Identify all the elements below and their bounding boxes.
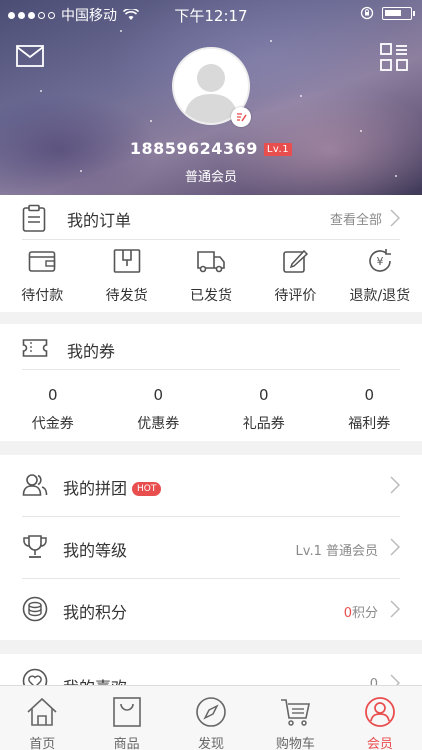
coupon-discount[interactable]: 0 优惠券 xyxy=(106,386,212,433)
hot-badge: HOT xyxy=(132,482,162,496)
tab-discover[interactable]: 发现 xyxy=(169,686,253,750)
bottom-tab-bar: 首页 商品 发现 购物车 会员 xyxy=(0,685,422,750)
member-type: 普通会员 xyxy=(184,170,237,185)
order-shipped-label: 已发货 xyxy=(190,288,233,304)
coupon-gift-label: 礼品券 xyxy=(242,416,285,432)
order-pending-review[interactable]: 待评价 xyxy=(253,245,337,305)
level-badge: Lv.1 xyxy=(263,143,293,156)
message-icon[interactable] xyxy=(16,45,44,67)
coupon-gift-count: 0 xyxy=(258,386,269,404)
coupon-voucher-count: 0 xyxy=(47,386,58,404)
chevron-right-icon xyxy=(390,476,400,494)
order-shipped[interactable]: 已发货 xyxy=(169,245,253,305)
edit-icon xyxy=(283,249,309,273)
order-list-icon xyxy=(22,204,46,232)
menu-item-group-buy[interactable]: 我的拼团 HOT xyxy=(0,455,422,516)
coupon-voucher-label: 代金券 xyxy=(31,416,74,432)
group-buy-title: 我的拼团 HOT xyxy=(63,475,162,499)
coupon-welfare[interactable]: 0 福利券 xyxy=(317,386,422,433)
order-refund[interactable]: ¥ 退款/退货 xyxy=(338,245,422,305)
menu-item-points[interactable]: 我的积分 0积分 xyxy=(0,579,422,640)
cart-icon xyxy=(281,699,311,726)
tab-member-label: 会员 xyxy=(366,737,393,750)
status-time: 下午12:17 xyxy=(174,7,248,25)
truck-icon xyxy=(197,251,225,273)
order-pending-shipment-label: 待发货 xyxy=(105,288,148,304)
order-refund-label: 退款/退货 xyxy=(349,288,411,304)
level-title: 我的等级 xyxy=(63,541,128,560)
box-icon xyxy=(113,249,140,273)
trophy-icon xyxy=(23,535,47,558)
order-pending-payment-label: 待付款 xyxy=(21,288,64,304)
group-users-icon xyxy=(22,474,48,496)
bag-icon xyxy=(112,697,141,727)
coupon-discount-label: 优惠券 xyxy=(137,416,180,432)
profile-header: 中国移动 下午12:17 18859624369 Lv.1 普通会员 xyxy=(0,0,422,195)
tab-home-label: 首页 xyxy=(29,737,56,750)
points-title: 我的积分 xyxy=(63,603,128,622)
coupon-voucher[interactable]: 0 代金券 xyxy=(0,386,106,433)
wallet-icon xyxy=(28,251,56,272)
chevron-right-icon xyxy=(390,538,400,556)
level-value: Lv.1 普通会员 xyxy=(295,544,378,559)
coupon-discount-count: 0 xyxy=(153,386,164,404)
edit-profile-button[interactable] xyxy=(231,107,251,127)
order-pending-payment[interactable]: 待付款 xyxy=(0,245,84,305)
view-all-orders-link[interactable]: 查看全部 xyxy=(330,207,400,229)
points-unit: 积分 xyxy=(351,606,378,621)
tab-discover-label: 发现 xyxy=(198,737,225,750)
tab-products-label: 商品 xyxy=(113,737,140,750)
tab-products[interactable]: 商品 xyxy=(84,686,168,750)
order-pending-shipment[interactable]: 待发货 xyxy=(84,245,168,305)
coupon-welfare-label: 福利券 xyxy=(348,416,391,432)
pencil-icon xyxy=(237,113,247,122)
svg-text:¥: ¥ xyxy=(376,255,383,268)
view-all-label: 查看全部 xyxy=(329,212,382,228)
points-value: 0 xyxy=(343,606,352,621)
battery-icon xyxy=(382,6,415,20)
coupon-gift[interactable]: 0 礼品券 xyxy=(211,386,317,433)
phone-number: 18859624369 xyxy=(129,139,258,158)
divider xyxy=(22,239,400,240)
tab-member[interactable]: 会员 xyxy=(338,686,422,750)
user-icon xyxy=(364,697,395,727)
chevron-right-icon xyxy=(390,600,400,618)
group-buy-label: 我的拼团 xyxy=(63,479,128,498)
qrcode-icon[interactable] xyxy=(380,43,408,71)
menu-item-level[interactable]: 我的等级 Lv.1 普通会员 xyxy=(0,517,422,578)
orders-title: 我的订单 xyxy=(67,211,132,230)
points-value-group: 0积分 xyxy=(344,602,378,621)
coupons-title: 我的券 xyxy=(67,342,116,361)
refund-icon: ¥ xyxy=(369,249,391,272)
rotation-lock-icon xyxy=(360,6,374,20)
chevron-right-icon xyxy=(390,209,400,227)
tab-cart[interactable]: 购物车 xyxy=(253,686,337,750)
user-phone: 18859624369 Lv.1 xyxy=(0,139,422,158)
tab-home[interactable]: 首页 xyxy=(0,686,84,750)
order-status-row: 待付款 待发货 已发货 待评价 ¥ 退款/退货 xyxy=(0,245,422,305)
coins-icon xyxy=(22,596,48,622)
ticket-icon xyxy=(22,339,48,357)
order-pending-review-label: 待评价 xyxy=(274,288,317,304)
coupon-welfare-count: 0 xyxy=(364,386,375,404)
status-bar: 中国移动 下午12:17 xyxy=(0,0,422,28)
compass-icon xyxy=(196,697,226,727)
home-icon xyxy=(27,697,57,726)
divider xyxy=(22,369,400,370)
coupon-counts-row: 0 代金券 0 优惠券 0 礼品券 0 福利券 xyxy=(0,386,422,433)
tab-cart-label: 购物车 xyxy=(275,737,315,750)
